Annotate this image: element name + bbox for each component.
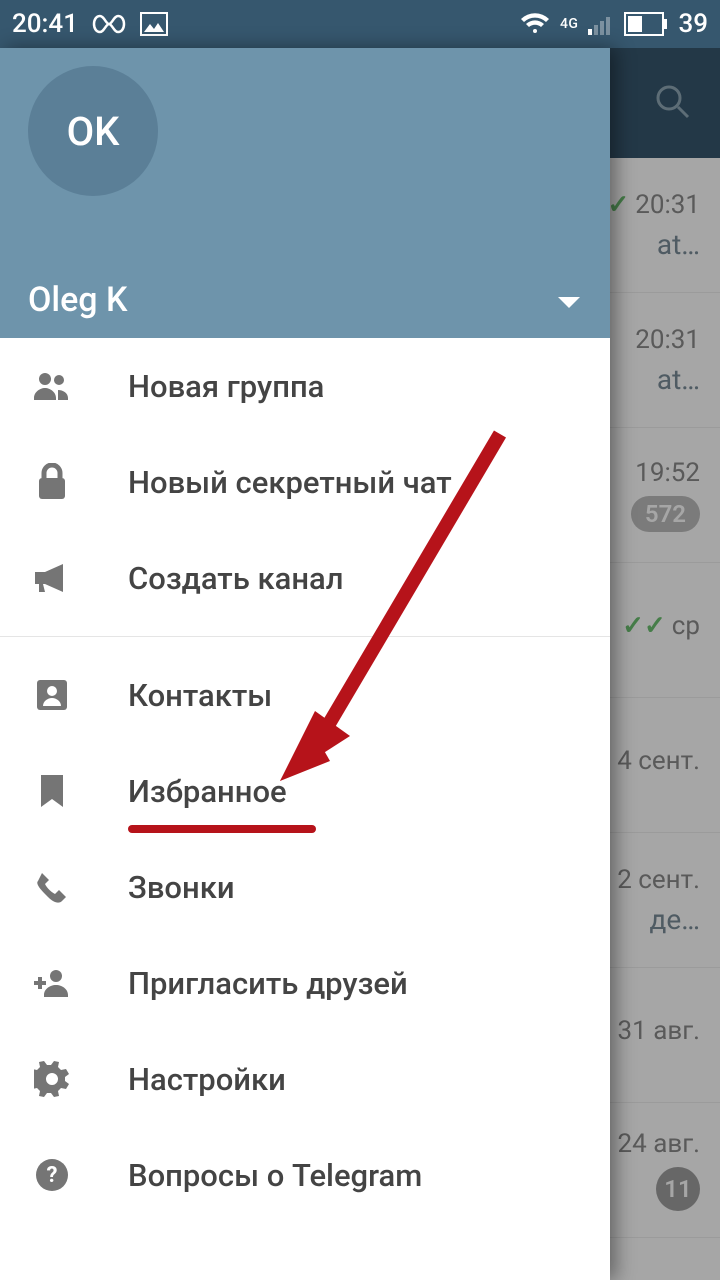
menu-item-settings[interactable]: Настройки bbox=[0, 1031, 610, 1127]
menu-item-label: Пригласить друзей bbox=[128, 965, 408, 1002]
menu-divider bbox=[0, 636, 610, 637]
menu-item-label: Контакты bbox=[128, 677, 272, 714]
avatar-initials: OK bbox=[67, 108, 120, 155]
menu-item-secret-chat[interactable]: Новый секретный чат bbox=[0, 434, 610, 530]
username: Oleg K bbox=[28, 280, 128, 320]
menu-item-label: Звонки bbox=[128, 869, 235, 906]
help-icon: ? bbox=[30, 1157, 74, 1193]
annotation-underline bbox=[128, 825, 316, 833]
gear-icon bbox=[30, 1061, 74, 1097]
bookmark-icon bbox=[30, 773, 74, 809]
menu-item-contacts[interactable]: Контакты bbox=[0, 647, 610, 743]
menu-item-faq[interactable]: ? Вопросы о Telegram bbox=[0, 1127, 610, 1223]
menu-item-new-group[interactable]: Новая группа bbox=[0, 338, 610, 434]
drawer-scrim[interactable] bbox=[610, 48, 720, 1280]
menu-item-calls[interactable]: Звонки bbox=[0, 839, 610, 935]
menu-item-invite[interactable]: Пригласить друзей bbox=[0, 935, 610, 1031]
menu-item-label: Вопросы о Telegram bbox=[128, 1157, 422, 1194]
svg-text:?: ? bbox=[47, 1163, 58, 1188]
battery-icon bbox=[624, 12, 668, 36]
megaphone-icon bbox=[30, 562, 74, 594]
infinity-icon bbox=[92, 14, 126, 34]
picture-icon bbox=[140, 12, 168, 36]
invite-icon bbox=[30, 967, 74, 999]
chevron-down-icon bbox=[556, 280, 582, 320]
account-switcher[interactable]: Oleg K bbox=[28, 280, 582, 320]
phone-icon bbox=[30, 870, 74, 904]
lock-icon bbox=[30, 463, 74, 501]
menu-item-label: Настройки bbox=[128, 1061, 286, 1098]
signal-icon bbox=[588, 13, 614, 35]
status-time: 20:41 bbox=[12, 9, 78, 39]
navigation-drawer: OK Oleg K Новая группа Новый секретн bbox=[0, 48, 610, 1280]
battery-percent: 39 bbox=[678, 9, 708, 39]
status-bar: 20:41 4G 39 bbox=[0, 0, 720, 48]
contacts-icon bbox=[30, 678, 74, 712]
menu-item-label: Создать канал bbox=[128, 560, 344, 597]
network-label: 4G bbox=[560, 16, 579, 32]
drawer-menu: Новая группа Новый секретный чат Создать… bbox=[0, 338, 610, 1280]
menu-item-new-channel[interactable]: Создать канал bbox=[0, 530, 610, 626]
menu-item-label: Новая группа bbox=[128, 368, 324, 405]
group-icon bbox=[30, 370, 74, 402]
avatar[interactable]: OK bbox=[28, 66, 158, 196]
wifi-icon bbox=[520, 12, 550, 36]
menu-item-label: Избранное bbox=[128, 773, 287, 810]
drawer-header: OK Oleg K bbox=[0, 48, 610, 338]
menu-item-label: Новый секретный чат bbox=[128, 464, 452, 501]
